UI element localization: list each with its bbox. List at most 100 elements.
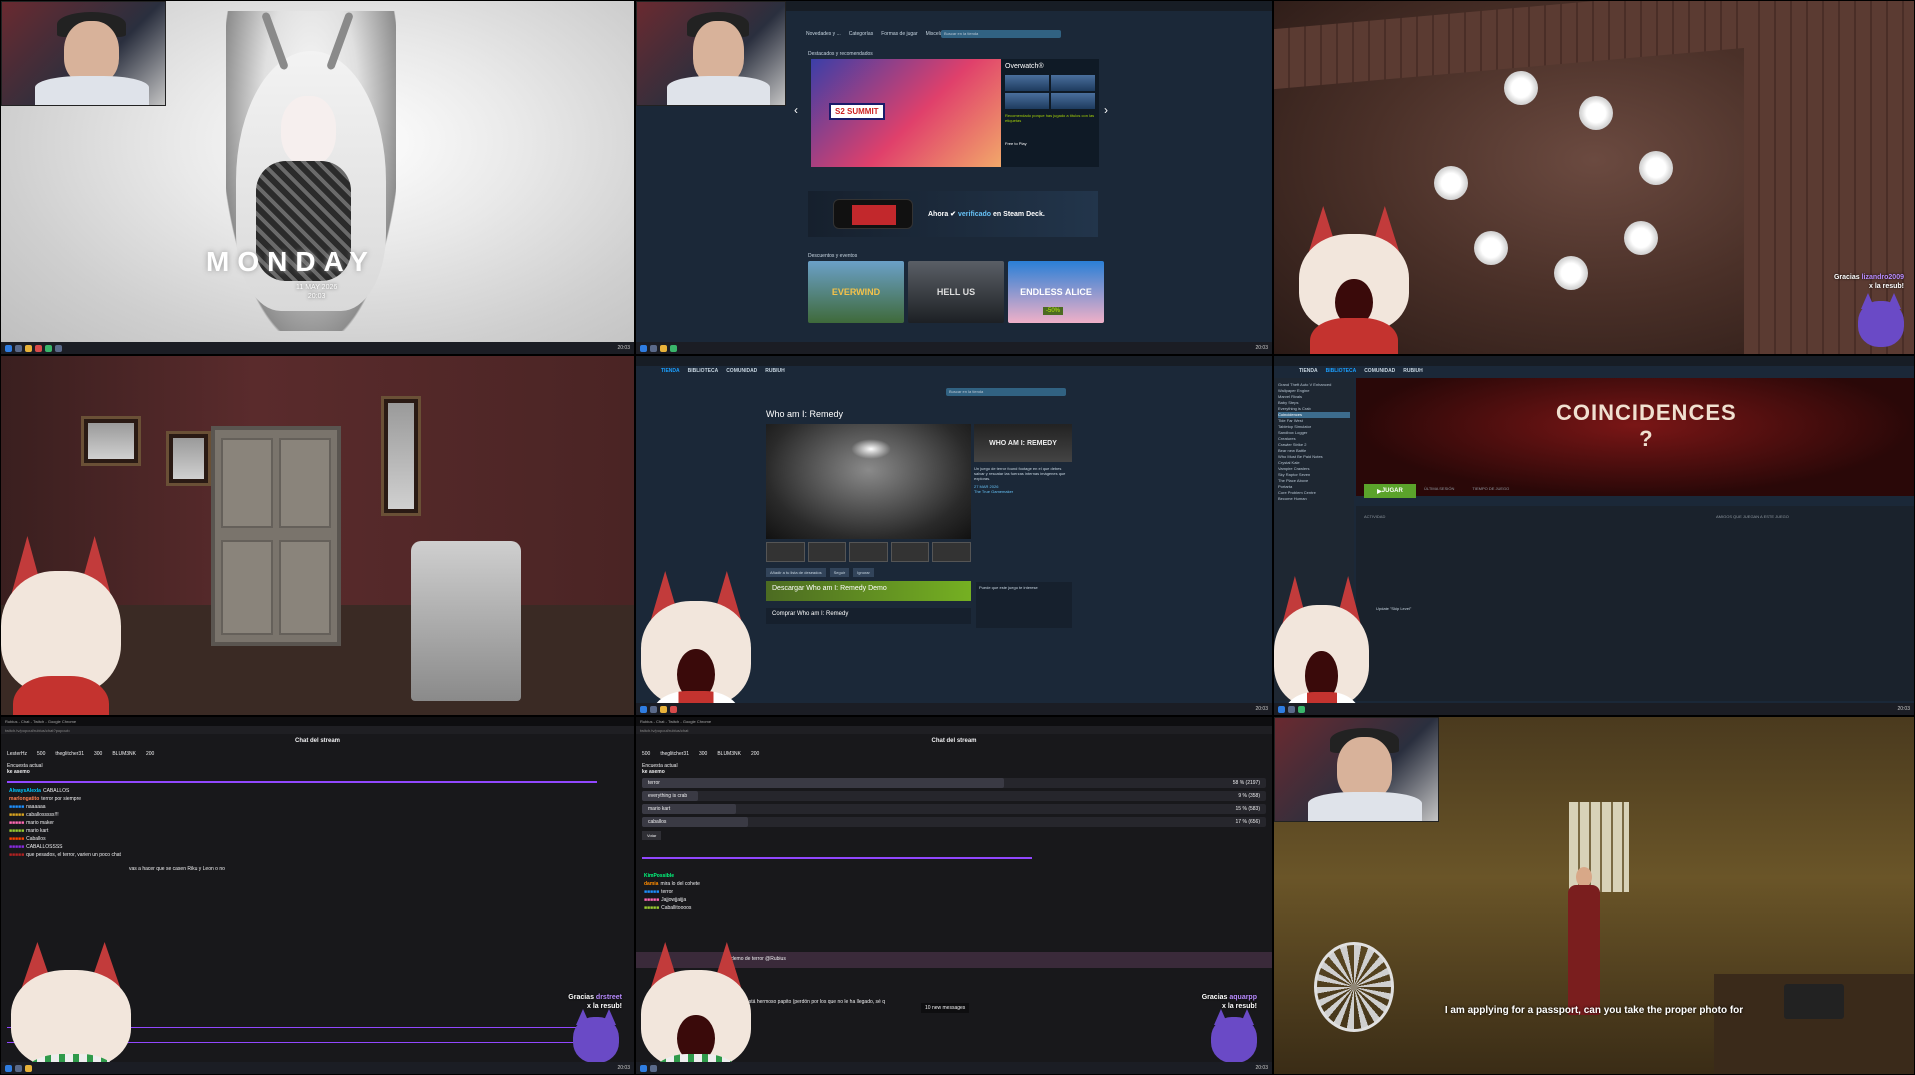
- section-title: Descuentos y eventos: [808, 253, 858, 259]
- cat-avatar: [11, 942, 131, 1074]
- poll-option[interactable]: terror 58 % (2197): [642, 778, 1266, 788]
- folder-icon[interactable]: [660, 705, 667, 713]
- vote-button[interactable]: Votar: [642, 831, 662, 840]
- chat-message: ■■■■■ Jajjowjjaijja: [644, 897, 687, 903]
- browser-url[interactable]: twitch.tv/popout/rubius/chat?popout=: [1, 726, 634, 734]
- folder-icon[interactable]: [660, 344, 667, 352]
- tab-profile[interactable]: RUBIUH: [1403, 368, 1422, 374]
- tab-library[interactable]: BIBLIOTECA: [1326, 368, 1357, 374]
- library-item[interactable]: Become Human: [1278, 496, 1350, 502]
- tab-store[interactable]: TIENDA: [661, 368, 680, 374]
- tile-game-hotel: I am applying for a passport, can you ta…: [1273, 716, 1915, 1075]
- app-icon[interactable]: [55, 344, 62, 352]
- thumbnail[interactable]: [849, 542, 888, 562]
- start-icon[interactable]: [5, 1064, 12, 1072]
- thumbnail[interactable]: [932, 542, 971, 562]
- wishlist-button[interactable]: Añadir a tu lista de deseados: [766, 568, 826, 577]
- poll-option[interactable]: everything is crab 9 % (358): [642, 791, 1266, 801]
- store-search-input[interactable]: Buscar en la tienda: [946, 388, 1066, 396]
- thumbnail[interactable]: [766, 542, 805, 562]
- featured-badge: S2 SUMMIT: [829, 103, 885, 120]
- tab-profile[interactable]: RUBIUH: [765, 368, 784, 374]
- download-demo-button[interactable]: Descargar Who am I: Remedy Demo: [766, 581, 971, 601]
- thumbnail[interactable]: [807, 542, 847, 562]
- folder-icon[interactable]: [25, 344, 32, 352]
- store-search-input[interactable]: Buscar en la tienda: [941, 30, 1061, 38]
- featured-info[interactable]: Overwatch® Recomendado porque has jugado…: [1001, 59, 1099, 167]
- taskbar: 20:03: [1, 1062, 634, 1074]
- painting: [81, 416, 141, 466]
- search-icon[interactable]: [650, 344, 657, 352]
- start-icon[interactable]: [640, 705, 647, 713]
- update-title[interactable]: Update "Skip Level": [1376, 606, 1411, 611]
- search-icon[interactable]: [1288, 705, 1295, 713]
- search-icon[interactable]: [650, 705, 657, 713]
- start-icon[interactable]: [1278, 705, 1285, 713]
- app-icon[interactable]: [670, 705, 677, 713]
- start-icon[interactable]: [640, 344, 647, 352]
- game-media-player[interactable]: [766, 424, 971, 539]
- poll-option-fill: [642, 778, 1004, 788]
- taskbar: 20:03: [1, 342, 634, 354]
- search-icon[interactable]: [15, 1064, 22, 1072]
- app-icon[interactable]: [35, 344, 42, 352]
- play-button[interactable]: ▶ JUGAR: [1364, 484, 1416, 498]
- search-icon[interactable]: [15, 344, 22, 352]
- painting: [166, 431, 211, 486]
- chat-messages: KimPossible damia mira lo del cohete ■■■■…: [644, 872, 1264, 912]
- chat-message: ■■■■■ terror: [644, 889, 674, 895]
- nav-item[interactable]: Novedades y ...: [806, 31, 841, 37]
- door: [211, 426, 341, 646]
- tab-library[interactable]: BIBLIOTECA: [688, 368, 719, 374]
- resub-alert: Gracias lizandro2009 x la resub!: [1833, 274, 1904, 290]
- discount-badge: -50%: [1043, 307, 1064, 315]
- taskbar-clock: 20:03: [1255, 706, 1268, 712]
- search-icon[interactable]: [650, 1064, 657, 1072]
- ignore-button[interactable]: Ignorar: [853, 568, 874, 577]
- app-icon[interactable]: [670, 344, 677, 352]
- nav-item[interactable]: Categorías: [849, 31, 873, 37]
- poll-option[interactable]: caballos 17 % (656): [642, 817, 1266, 827]
- browser-url[interactable]: twitch.tv/popout/rubius/chat: [636, 726, 1272, 734]
- follow-button[interactable]: Seguir: [829, 568, 850, 577]
- tab-community[interactable]: COMUNIDAD: [1364, 368, 1395, 374]
- game-capsule: WHO AM I: REMEDY: [974, 424, 1072, 462]
- cat-avatar: [641, 942, 751, 1074]
- steam-deck-banner[interactable]: Ahora ✔ verificado en Steam Deck.: [808, 191, 1098, 237]
- carousel-next-icon[interactable]: ›: [1104, 103, 1108, 117]
- taskbar-clock: 20:03: [1897, 706, 1910, 712]
- start-icon[interactable]: [640, 1064, 647, 1072]
- app-icon[interactable]: [1298, 705, 1305, 713]
- carousel-prev-icon[interactable]: ‹: [794, 103, 798, 117]
- chandelier-lamp: [1504, 71, 1538, 105]
- featured-banner[interactable]: S2 SUMMIT: [811, 59, 1001, 167]
- stream-grid: MONDAY 11 MAY 2026 20:03 20:03 Novedades…: [0, 0, 1915, 1075]
- app-icon[interactable]: [45, 344, 52, 352]
- nav-item[interactable]: Formas de jugar: [881, 31, 917, 37]
- game-capsule[interactable]: HELL US: [908, 261, 1004, 323]
- taskbar-clock: 20:03: [1255, 345, 1268, 351]
- chat-message: ■■■■■ mario kart: [9, 828, 49, 834]
- buy-game-row[interactable]: Comprar Who am I: Remedy: [766, 608, 971, 624]
- browser-title: Rubius - Chat - Twitch - Google Chrome: [1, 717, 634, 726]
- webcam: [636, 1, 786, 106]
- steam-tabs: TIENDA BIBLIOTECA COMUNIDAD RUBIUH: [1299, 368, 1423, 374]
- tab-community[interactable]: COMUNIDAD: [726, 368, 757, 374]
- taskbar-clock: 20:03: [1255, 1065, 1268, 1071]
- featured-price: Free to Play: [1005, 141, 1027, 146]
- chat-message: vas a hacer que se casen Riku y Leon o n…: [129, 866, 225, 872]
- wallpaper-date: 11 MAY 2026 20:03: [296, 284, 338, 300]
- thumbnail[interactable]: [890, 542, 930, 562]
- webcam: [1, 1, 166, 106]
- tile-steam-library: TIENDA BIBLIOTECA COMUNIDAD RUBIUH Grand…: [1273, 355, 1915, 716]
- poll-banner[interactable]: Encuesta actual ke asemo: [7, 763, 628, 775]
- new-messages-button[interactable]: 10 new messages: [921, 1003, 970, 1013]
- poll-option[interactable]: mario kart 15 % (583): [642, 804, 1266, 814]
- start-icon[interactable]: [5, 344, 12, 352]
- chandelier-lamp: [1624, 221, 1658, 255]
- cat-avatar: [1274, 576, 1369, 715]
- folder-icon[interactable]: [25, 1064, 32, 1072]
- tab-store[interactable]: TIENDA: [1299, 368, 1318, 374]
- game-capsule[interactable]: EVERWIND: [808, 261, 904, 323]
- chat-header: Chat del stream: [931, 738, 977, 744]
